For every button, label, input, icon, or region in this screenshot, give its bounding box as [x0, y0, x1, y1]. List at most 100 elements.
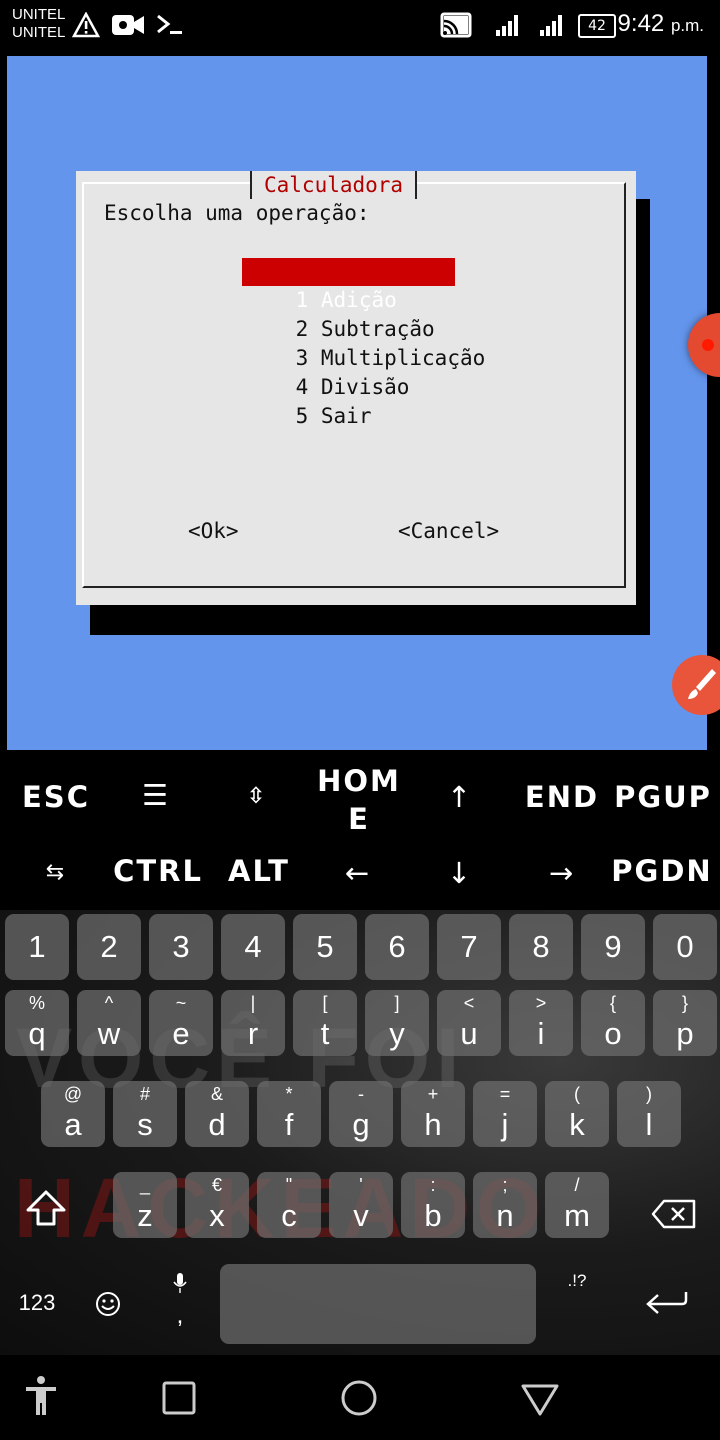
- key-h[interactable]: + h: [401, 1081, 465, 1147]
- key-label: c: [281, 1198, 297, 1233]
- menu-item-sair[interactable]: 5 Sair: [242, 374, 455, 428]
- key-z[interactable]: _ z: [113, 1172, 177, 1238]
- key-label: 9: [604, 929, 622, 964]
- key-label: a: [64, 1107, 82, 1142]
- ok-button[interactable]: <Ok>: [188, 519, 239, 543]
- key-p[interactable]: } p: [653, 990, 717, 1056]
- key-n[interactable]: ; n: [473, 1172, 537, 1238]
- menu-item-divisao[interactable]: 4 Divisão: [242, 345, 455, 399]
- menu-item-adicao[interactable]: 1 Adição: [242, 258, 455, 312]
- key-label: g: [352, 1107, 370, 1142]
- right-arrow-key[interactable]: →: [540, 856, 584, 890]
- spacebar[interactable]: [220, 1264, 536, 1344]
- tab-key[interactable]: ⇆: [36, 860, 76, 885]
- key-f[interactable]: * f: [257, 1081, 321, 1147]
- menu-item-multiplicacao[interactable]: 3 Multiplicação: [242, 316, 486, 370]
- key-s[interactable]: # s: [113, 1081, 177, 1147]
- key-secondary-label: ;: [502, 1175, 508, 1195]
- home-key[interactable]: HOM E: [310, 762, 408, 838]
- key-m[interactable]: / m: [545, 1172, 609, 1238]
- scroll-key[interactable]: ⇳: [232, 784, 282, 809]
- end-key[interactable]: END: [522, 780, 602, 814]
- key-2[interactable]: 2: [77, 914, 141, 980]
- comma-key[interactable]: ,: [170, 1302, 190, 1330]
- key-secondary-label: <: [463, 993, 475, 1013]
- esc-key[interactable]: ESC: [18, 780, 94, 814]
- punctuation-key[interactable]: .!?: [560, 1272, 594, 1289]
- key-g[interactable]: -g: [329, 1081, 393, 1147]
- key-3[interactable]: 3: [149, 914, 213, 980]
- key-7[interactable]: 7: [437, 914, 501, 980]
- home-icon[interactable]: [340, 1379, 378, 1417]
- key-secondary-label: _: [139, 1175, 150, 1195]
- alt-key[interactable]: ALT: [224, 854, 294, 888]
- key-label: e: [172, 1016, 190, 1051]
- key-label: 5: [316, 929, 334, 964]
- key-label: n: [496, 1198, 514, 1233]
- menu-item-subtracao[interactable]: 2 Subtração: [242, 287, 455, 341]
- enter-icon[interactable]: [644, 1288, 690, 1318]
- key-x[interactable]: € x: [185, 1172, 249, 1238]
- key-0[interactable]: 0: [653, 914, 717, 980]
- key-secondary-label: (: [574, 1084, 580, 1104]
- key-secondary-label: @: [63, 1084, 83, 1104]
- key-secondary-label: &: [210, 1084, 223, 1104]
- symbols-key[interactable]: 123: [10, 1290, 64, 1316]
- key-secondary-label: €: [211, 1175, 222, 1195]
- microphone-icon[interactable]: [172, 1272, 188, 1296]
- key-r[interactable]: | r: [221, 990, 285, 1056]
- key-e[interactable]: ~ e: [149, 990, 213, 1056]
- key-label: p: [676, 1016, 694, 1051]
- key-secondary-label: |: [250, 993, 256, 1013]
- key-i[interactable]: > i: [509, 990, 573, 1056]
- emoji-icon[interactable]: [94, 1290, 122, 1318]
- key-w[interactable]: ^ w: [77, 990, 141, 1056]
- accessibility-icon[interactable]: [24, 1375, 58, 1417]
- key-secondary-label: #: [139, 1084, 150, 1104]
- key-b[interactable]: :b: [401, 1172, 465, 1238]
- menu-key[interactable]: ☰: [126, 778, 186, 812]
- down-arrow-key[interactable]: ↓: [440, 856, 480, 890]
- shift-icon[interactable]: [24, 1188, 68, 1228]
- key-k[interactable]: (k: [545, 1081, 609, 1147]
- key-9[interactable]: 9: [581, 914, 645, 980]
- key-secondary-label: -: [358, 1084, 364, 1104]
- key-label: f: [284, 1107, 294, 1142]
- key-c[interactable]: " c: [257, 1172, 321, 1238]
- back-icon[interactable]: [520, 1383, 560, 1417]
- key-label: 8: [532, 929, 550, 964]
- calculator-dialog: Calculadora Escolha uma operação: 1 Adiç…: [76, 171, 636, 605]
- menu-item-label: Sair: [320, 404, 372, 428]
- key-d[interactable]: & d: [185, 1081, 249, 1147]
- key-8[interactable]: 8: [509, 914, 573, 980]
- soft-keyboard: VOCÊ FOI HACKEADO 123 , .!? 1234567890%q…: [0, 910, 720, 1355]
- floating-brush-bubble[interactable]: [672, 655, 720, 715]
- pgdn-key[interactable]: PGDN: [610, 854, 714, 888]
- key-a[interactable]: @ a: [41, 1081, 105, 1147]
- backspace-icon[interactable]: [650, 1198, 698, 1230]
- key-label: 1: [28, 929, 46, 964]
- key-u[interactable]: < u: [437, 990, 501, 1056]
- key-v[interactable]: ' v: [329, 1172, 393, 1238]
- key-label: 0: [676, 929, 694, 964]
- key-o[interactable]: {o: [581, 990, 645, 1056]
- key-secondary-label: *: [285, 1084, 293, 1104]
- recents-icon[interactable]: [162, 1381, 196, 1415]
- cancel-button[interactable]: <Cancel>: [398, 519, 499, 543]
- key-5[interactable]: 5: [293, 914, 357, 980]
- up-arrow-key[interactable]: ↑: [440, 780, 480, 814]
- clock: 9:42 p.m.: [618, 10, 704, 38]
- key-label: j: [501, 1107, 509, 1142]
- key-j[interactable]: = j: [473, 1081, 537, 1147]
- key-6[interactable]: 6: [365, 914, 429, 980]
- key-l[interactable]: ) l: [617, 1081, 681, 1147]
- pgup-key[interactable]: PGUP: [612, 780, 714, 814]
- key-t[interactable]: [t: [293, 990, 357, 1056]
- key-1[interactable]: 1: [5, 914, 69, 980]
- key-y[interactable]: ] y: [365, 990, 429, 1056]
- key-4[interactable]: 4: [221, 914, 285, 980]
- cast-icon: [440, 12, 472, 38]
- ctrl-key[interactable]: CTRL: [110, 854, 206, 888]
- left-arrow-key[interactable]: ←: [336, 856, 380, 890]
- key-q[interactable]: % q: [5, 990, 69, 1056]
